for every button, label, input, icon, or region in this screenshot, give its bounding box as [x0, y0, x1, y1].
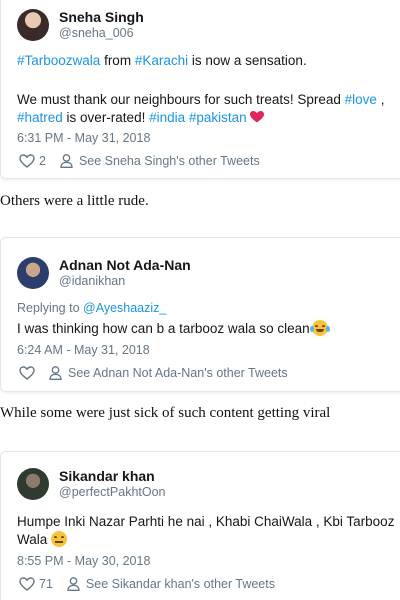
reply-handle-link[interactable]: @Ayeshaaziz_ — [83, 301, 166, 315]
hashtag-link[interactable]: #hatred — [17, 110, 63, 125]
see-other-tweets-link[interactable]: See Sikandar khan's other Tweets — [86, 577, 275, 591]
user-handle[interactable]: @idanikhan — [59, 274, 191, 289]
tweet-text: I was thinking how can b a tarbooz wala … — [17, 321, 310, 336]
avatar[interactable] — [17, 9, 49, 41]
tweet-text: is over-rated! — [62, 110, 150, 125]
like-count: 71 — [39, 577, 53, 591]
tweet-actions: 71 See Sikandar khan's other Tweets — [19, 577, 275, 591]
profile-icon — [67, 577, 80, 591]
tweet-card: Sikandar khan @perfectPakhtOon Humpe Ink… — [0, 451, 400, 600]
hashtag-link[interactable]: #love — [345, 92, 377, 107]
hashtag-link[interactable]: #Tarboozwala — [17, 53, 100, 68]
tweet-header: Sikandar khan @perfectPakhtOon — [17, 468, 166, 500]
tweet-text-line: I was thinking how can b a tarbooz wala … — [17, 319, 330, 338]
profile-icon — [49, 366, 62, 380]
laughing-emoji-icon — [309, 320, 330, 336]
display-name[interactable]: Sneha Singh — [59, 9, 144, 26]
user-handle[interactable]: @perfectPakhtOon — [59, 485, 166, 500]
see-other-tweets-link[interactable]: See Sneha Singh's other Tweets — [79, 154, 260, 168]
article-caption: Others were a little rude. — [0, 193, 149, 209]
like-count: 2 — [39, 154, 46, 168]
avatar[interactable] — [17, 468, 49, 500]
display-name[interactable]: Sikandar khan — [59, 468, 166, 485]
replying-to: Replying to @Ayeshaaziz_ — [17, 301, 166, 315]
tweet-header: Adnan Not Ada-Nan @idanikhan — [17, 257, 191, 289]
tweet-text: Wala — [17, 532, 48, 547]
heart-emoji-icon — [249, 111, 264, 123]
tweet-timestamp[interactable]: 6:31 PM - May 31, 2018 — [17, 131, 150, 145]
tweet-text: is now a sensation. — [188, 53, 307, 68]
hashtag-link[interactable]: #india — [149, 110, 185, 125]
tweet-actions: See Adnan Not Ada-Nan's other Tweets — [19, 366, 288, 380]
tweet-text: , — [376, 92, 385, 107]
tweet-actions: 2 See Sneha Singh's other Tweets — [19, 154, 260, 168]
like-icon[interactable] — [19, 577, 35, 591]
display-name[interactable]: Adnan Not Ada-Nan — [59, 257, 191, 274]
article-caption: While some were just sick of such conten… — [0, 405, 331, 421]
like-icon[interactable] — [19, 154, 35, 168]
tweet-text: We must thank our neighbours for such tr… — [17, 92, 345, 107]
reply-prefix: Replying to — [17, 301, 84, 315]
profile-icon — [60, 154, 73, 168]
tweet-timestamp[interactable]: 8:55 PM - May 30, 2018 — [17, 554, 150, 568]
see-other-tweets-link[interactable]: See Adnan Not Ada-Nan's other Tweets — [68, 366, 288, 380]
hashtag-link[interactable]: #Karachi — [135, 53, 188, 68]
tweet-text-line: #Tarboozwala from #Karachi is now a sens… — [17, 51, 307, 70]
expressionless-emoji-icon — [51, 531, 68, 547]
tweet-text-line: Humpe Inki Nazar Parhti he nai , Khabi C… — [17, 512, 394, 531]
tweet-text: from — [100, 53, 135, 68]
like-icon[interactable] — [19, 366, 35, 380]
tweet-text: Humpe Inki Nazar Parhti he nai , Khabi C… — [17, 514, 395, 529]
hashtag-link[interactable]: #pakistan — [189, 110, 247, 125]
tweet-card: Adnan Not Ada-Nan @idanikhan Replying to… — [0, 237, 400, 392]
tweet-text-line: We must thank our neighbours for such tr… — [17, 90, 384, 109]
avatar[interactable] — [17, 257, 49, 289]
tweet-card: Sneha Singh @sneha_006 #Tarboozwala from… — [0, 0, 400, 179]
tweet-text-line: #hatred is over-rated! #india #pakistan — [17, 108, 264, 127]
tweet-header: Sneha Singh @sneha_006 — [17, 9, 144, 41]
tweet-timestamp[interactable]: 6:24 AM - May 31, 2018 — [17, 343, 150, 357]
user-handle[interactable]: @sneha_006 — [59, 26, 144, 41]
tweet-text-line: Wala — [17, 530, 68, 549]
